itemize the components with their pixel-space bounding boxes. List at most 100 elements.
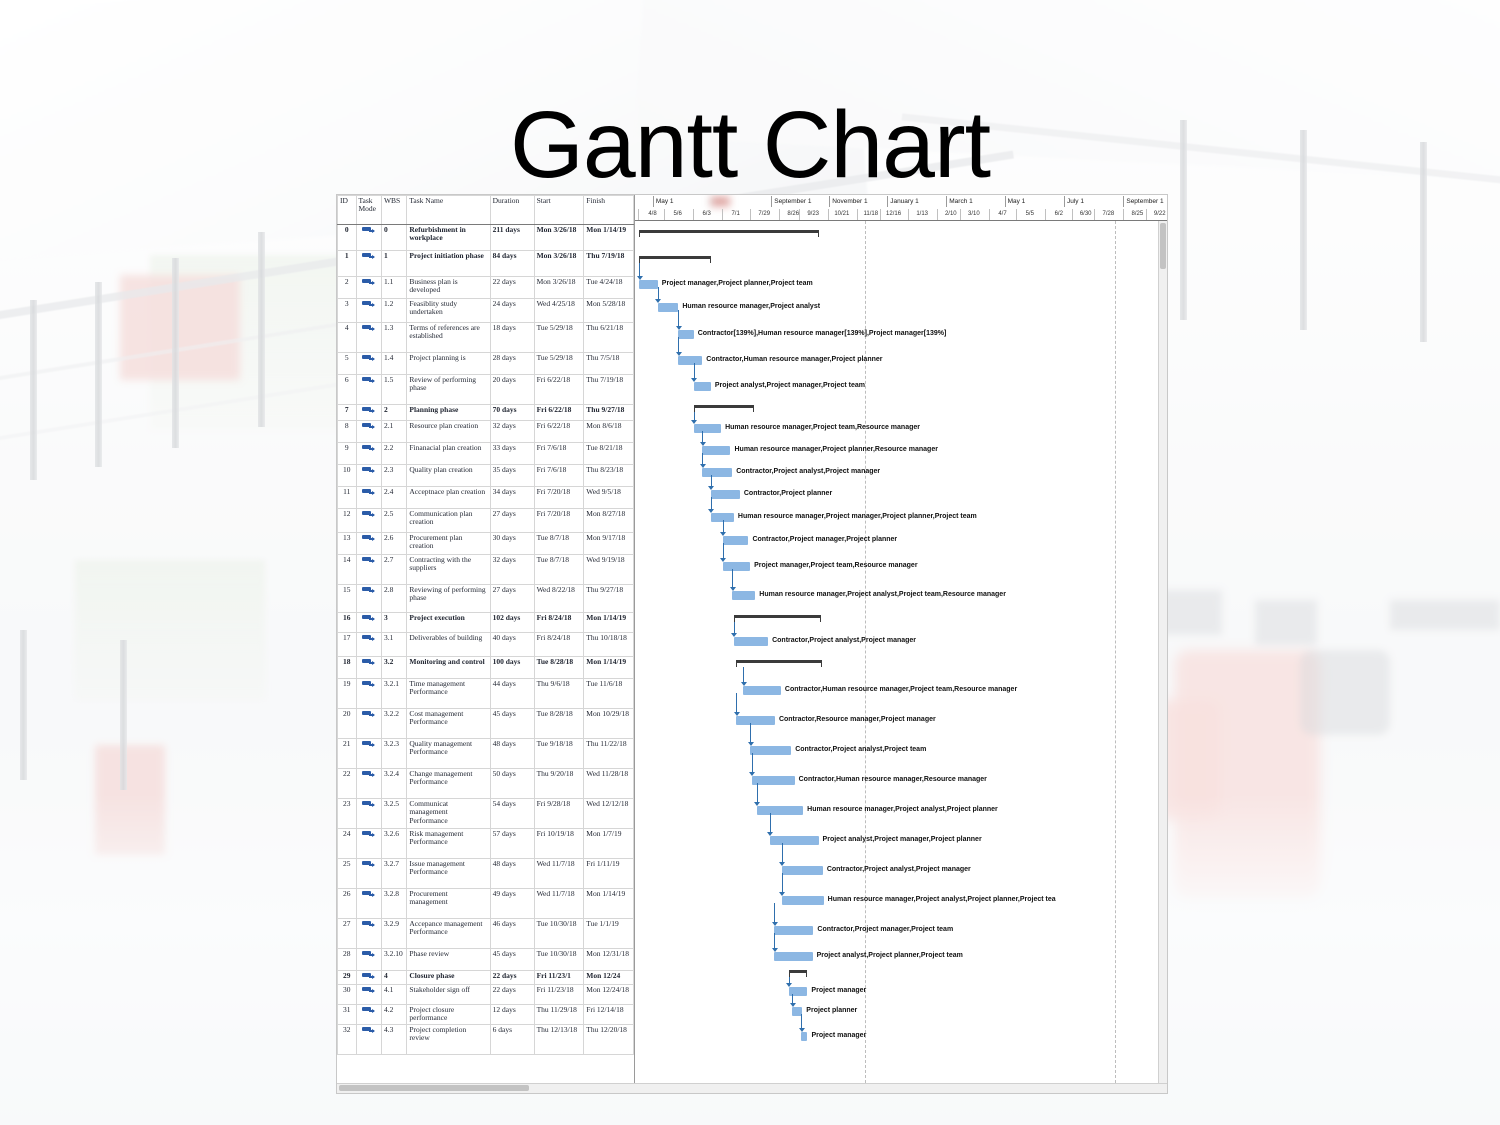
table-row[interactable]: 31 4.2 Project closure performance 12 days T… (337, 1004, 634, 1025)
cell-task-mode[interactable] (355, 322, 382, 353)
cell-task-mode[interactable] (355, 708, 382, 739)
gantt-bar[interactable] (732, 590, 756, 600)
cell-task-mode[interactable] (355, 276, 382, 299)
gantt-bar[interactable] (769, 835, 819, 845)
task-grid-pane[interactable]: ID Task Mode WBS Task Name Duration Star… (337, 195, 635, 1083)
col-header-duration[interactable]: Duration (489, 195, 535, 225)
table-row[interactable]: 24 3.2.6 Risk management Performance 57 day… (337, 828, 634, 859)
summary-bar[interactable] (639, 230, 820, 237)
table-row[interactable]: 17 3.1 Deliverables of building 40 days Fri … (337, 632, 634, 657)
cell-task-mode[interactable] (355, 352, 382, 375)
table-row[interactable]: 13 2.6 Procurement plan creation 30 days Tue… (337, 532, 634, 555)
gantt-bar[interactable] (774, 951, 813, 961)
cell-task-mode[interactable] (355, 554, 382, 585)
col-header-task-mode[interactable]: Task Mode (355, 195, 382, 225)
table-row[interactable]: 4 1.3 Terms of references are established 1… (337, 322, 634, 353)
table-row[interactable]: 19 3.2.1 Time management Performance 44 day… (337, 678, 634, 709)
cell-task-mode[interactable] (355, 984, 382, 1005)
table-row[interactable]: 5 1.4 Project planning is 28 days Tue 5/29/1… (337, 352, 634, 375)
gantt-bar[interactable] (678, 355, 703, 365)
cell-task-mode[interactable] (355, 442, 382, 465)
gantt-bar[interactable] (781, 865, 823, 875)
table-row[interactable]: 26 3.2.8 Procurement management 49 days Wed … (337, 888, 634, 919)
gantt-bar[interactable] (774, 925, 814, 935)
gantt-bar[interactable] (702, 467, 733, 477)
table-row[interactable]: 9 2.2 Finanacial plan creation 33 days Fri 7… (337, 442, 634, 465)
col-header-wbs[interactable]: WBS (380, 195, 408, 225)
vertical-scrollbar[interactable] (1158, 221, 1167, 1083)
cell-task-mode[interactable] (355, 508, 382, 533)
cell-task-mode[interactable] (355, 224, 382, 251)
cell-task-mode[interactable] (355, 768, 382, 799)
table-row[interactable]: 32 4.3 Project completion review 6 days Thu … (337, 1024, 634, 1055)
table-row[interactable]: 20 3.2.2 Cost management Performance 45 day… (337, 708, 634, 739)
cell-task-mode[interactable] (355, 632, 382, 657)
table-row[interactable]: 23 3.2.5 Communicat management Performance… (337, 798, 634, 829)
cell-task-mode[interactable] (355, 1004, 382, 1025)
cell-task-mode[interactable] (355, 678, 382, 709)
gantt-bar[interactable] (722, 535, 749, 545)
table-row[interactable]: 14 2.7 Contracting with the suppliers 32 da… (337, 554, 634, 585)
cell-task-mode[interactable] (355, 612, 382, 633)
table-row[interactable]: 27 3.2.9 Accepance management Performance 4… (337, 918, 634, 949)
cell-task-mode[interactable] (355, 250, 382, 277)
table-row[interactable]: 12 2.5 Communication plan creation 27 days F… (337, 508, 634, 533)
table-row[interactable]: 3 1.2 Feasiblity study undertaken 24 days We… (337, 298, 634, 323)
gantt-bar[interactable] (693, 423, 722, 433)
gantt-bar[interactable] (750, 745, 792, 755)
summary-bar[interactable] (733, 615, 822, 622)
gantt-plot-area[interactable]: Project manager,Project planner,Project … (635, 221, 1167, 1083)
cell-task-mode[interactable] (355, 656, 382, 679)
cell-task-mode[interactable] (355, 828, 382, 859)
cell-task-mode[interactable] (355, 532, 382, 555)
gantt-bar[interactable] (801, 1031, 808, 1041)
gantt-bar[interactable] (678, 329, 694, 339)
table-row[interactable]: 15 2.8 Reviewing of performing phase 27 day… (337, 584, 634, 613)
horizontal-scrollbar-thumb[interactable] (339, 1085, 529, 1091)
gantt-chart-pane[interactable]: May 1 July 1 September 1 November 1 January … (635, 195, 1167, 1083)
cell-task-mode[interactable] (355, 738, 382, 769)
table-row[interactable]: 8 2.1 Resource plan creation 32 days Fri 6/2… (337, 420, 634, 443)
table-row[interactable]: 11 2.4 Acceptnace plan creation 34 days Fri … (337, 486, 634, 509)
table-row[interactable]: 7 2 Planning phase 70 days Fri 6/22/18 Thu 9/… (337, 404, 634, 421)
table-row[interactable]: 0 0 Refurbishment in workplace 211 days Mon … (337, 224, 634, 251)
cell-task-mode[interactable] (355, 374, 382, 405)
gantt-bar[interactable] (710, 489, 740, 499)
table-row[interactable]: 25 3.2.7 Issue management Performance 48 da… (337, 858, 634, 889)
vertical-scrollbar-thumb[interactable] (1160, 223, 1166, 269)
cell-task-mode[interactable] (355, 888, 382, 919)
cell-task-mode[interactable] (355, 486, 382, 509)
gantt-bar[interactable] (639, 279, 658, 289)
table-row[interactable]: 6 1.5 Review of performing phase 20 days Fri… (337, 374, 634, 405)
cell-task-mode[interactable] (355, 464, 382, 487)
cell-task-mode[interactable] (355, 948, 382, 971)
horizontal-scrollbar[interactable] (337, 1083, 1167, 1093)
col-header-start[interactable]: Start (533, 195, 585, 225)
gantt-bar[interactable] (702, 445, 731, 455)
gantt-bar[interactable] (657, 302, 679, 312)
summary-bar[interactable] (639, 256, 711, 263)
table-row[interactable]: 21 3.2.3 Quality management Performance 48 … (337, 738, 634, 769)
col-header-id[interactable]: ID (337, 195, 357, 225)
table-row[interactable]: 29 4 Closure phase 22 days Fri 11/23/1 Mon 12… (337, 970, 634, 985)
table-row[interactable]: 30 4.1 Stakeholder sign off 22 days Fri 11/2… (337, 984, 634, 1005)
table-row[interactable]: 22 3.2.4 Change management Performance 50 d… (337, 768, 634, 799)
gantt-bar[interactable] (722, 561, 751, 571)
gantt-bar[interactable] (751, 775, 795, 785)
table-row[interactable]: 2 1.1 Business plan is developed 22 days Mon… (337, 276, 634, 299)
gantt-bar[interactable] (736, 715, 775, 725)
cell-task-mode[interactable] (355, 798, 382, 829)
cell-task-mode[interactable] (355, 1024, 382, 1055)
summary-bar[interactable] (736, 660, 822, 667)
summary-bar[interactable] (788, 970, 808, 977)
table-row[interactable]: 28 3.2.10 Phase review 45 days Tue 10/30/18 M… (337, 948, 634, 971)
summary-bar[interactable] (693, 405, 754, 412)
table-row[interactable]: 10 2.3 Quality plan creation 35 days Fri 7/6… (337, 464, 634, 487)
gantt-bar[interactable] (756, 805, 804, 815)
gantt-bar[interactable] (733, 636, 769, 646)
cell-task-mode[interactable] (355, 970, 382, 985)
gantt-bar[interactable] (693, 381, 711, 391)
cell-task-mode[interactable] (355, 584, 382, 613)
gantt-bar[interactable] (781, 895, 824, 905)
col-header-task-name[interactable]: Task Name (406, 195, 491, 225)
